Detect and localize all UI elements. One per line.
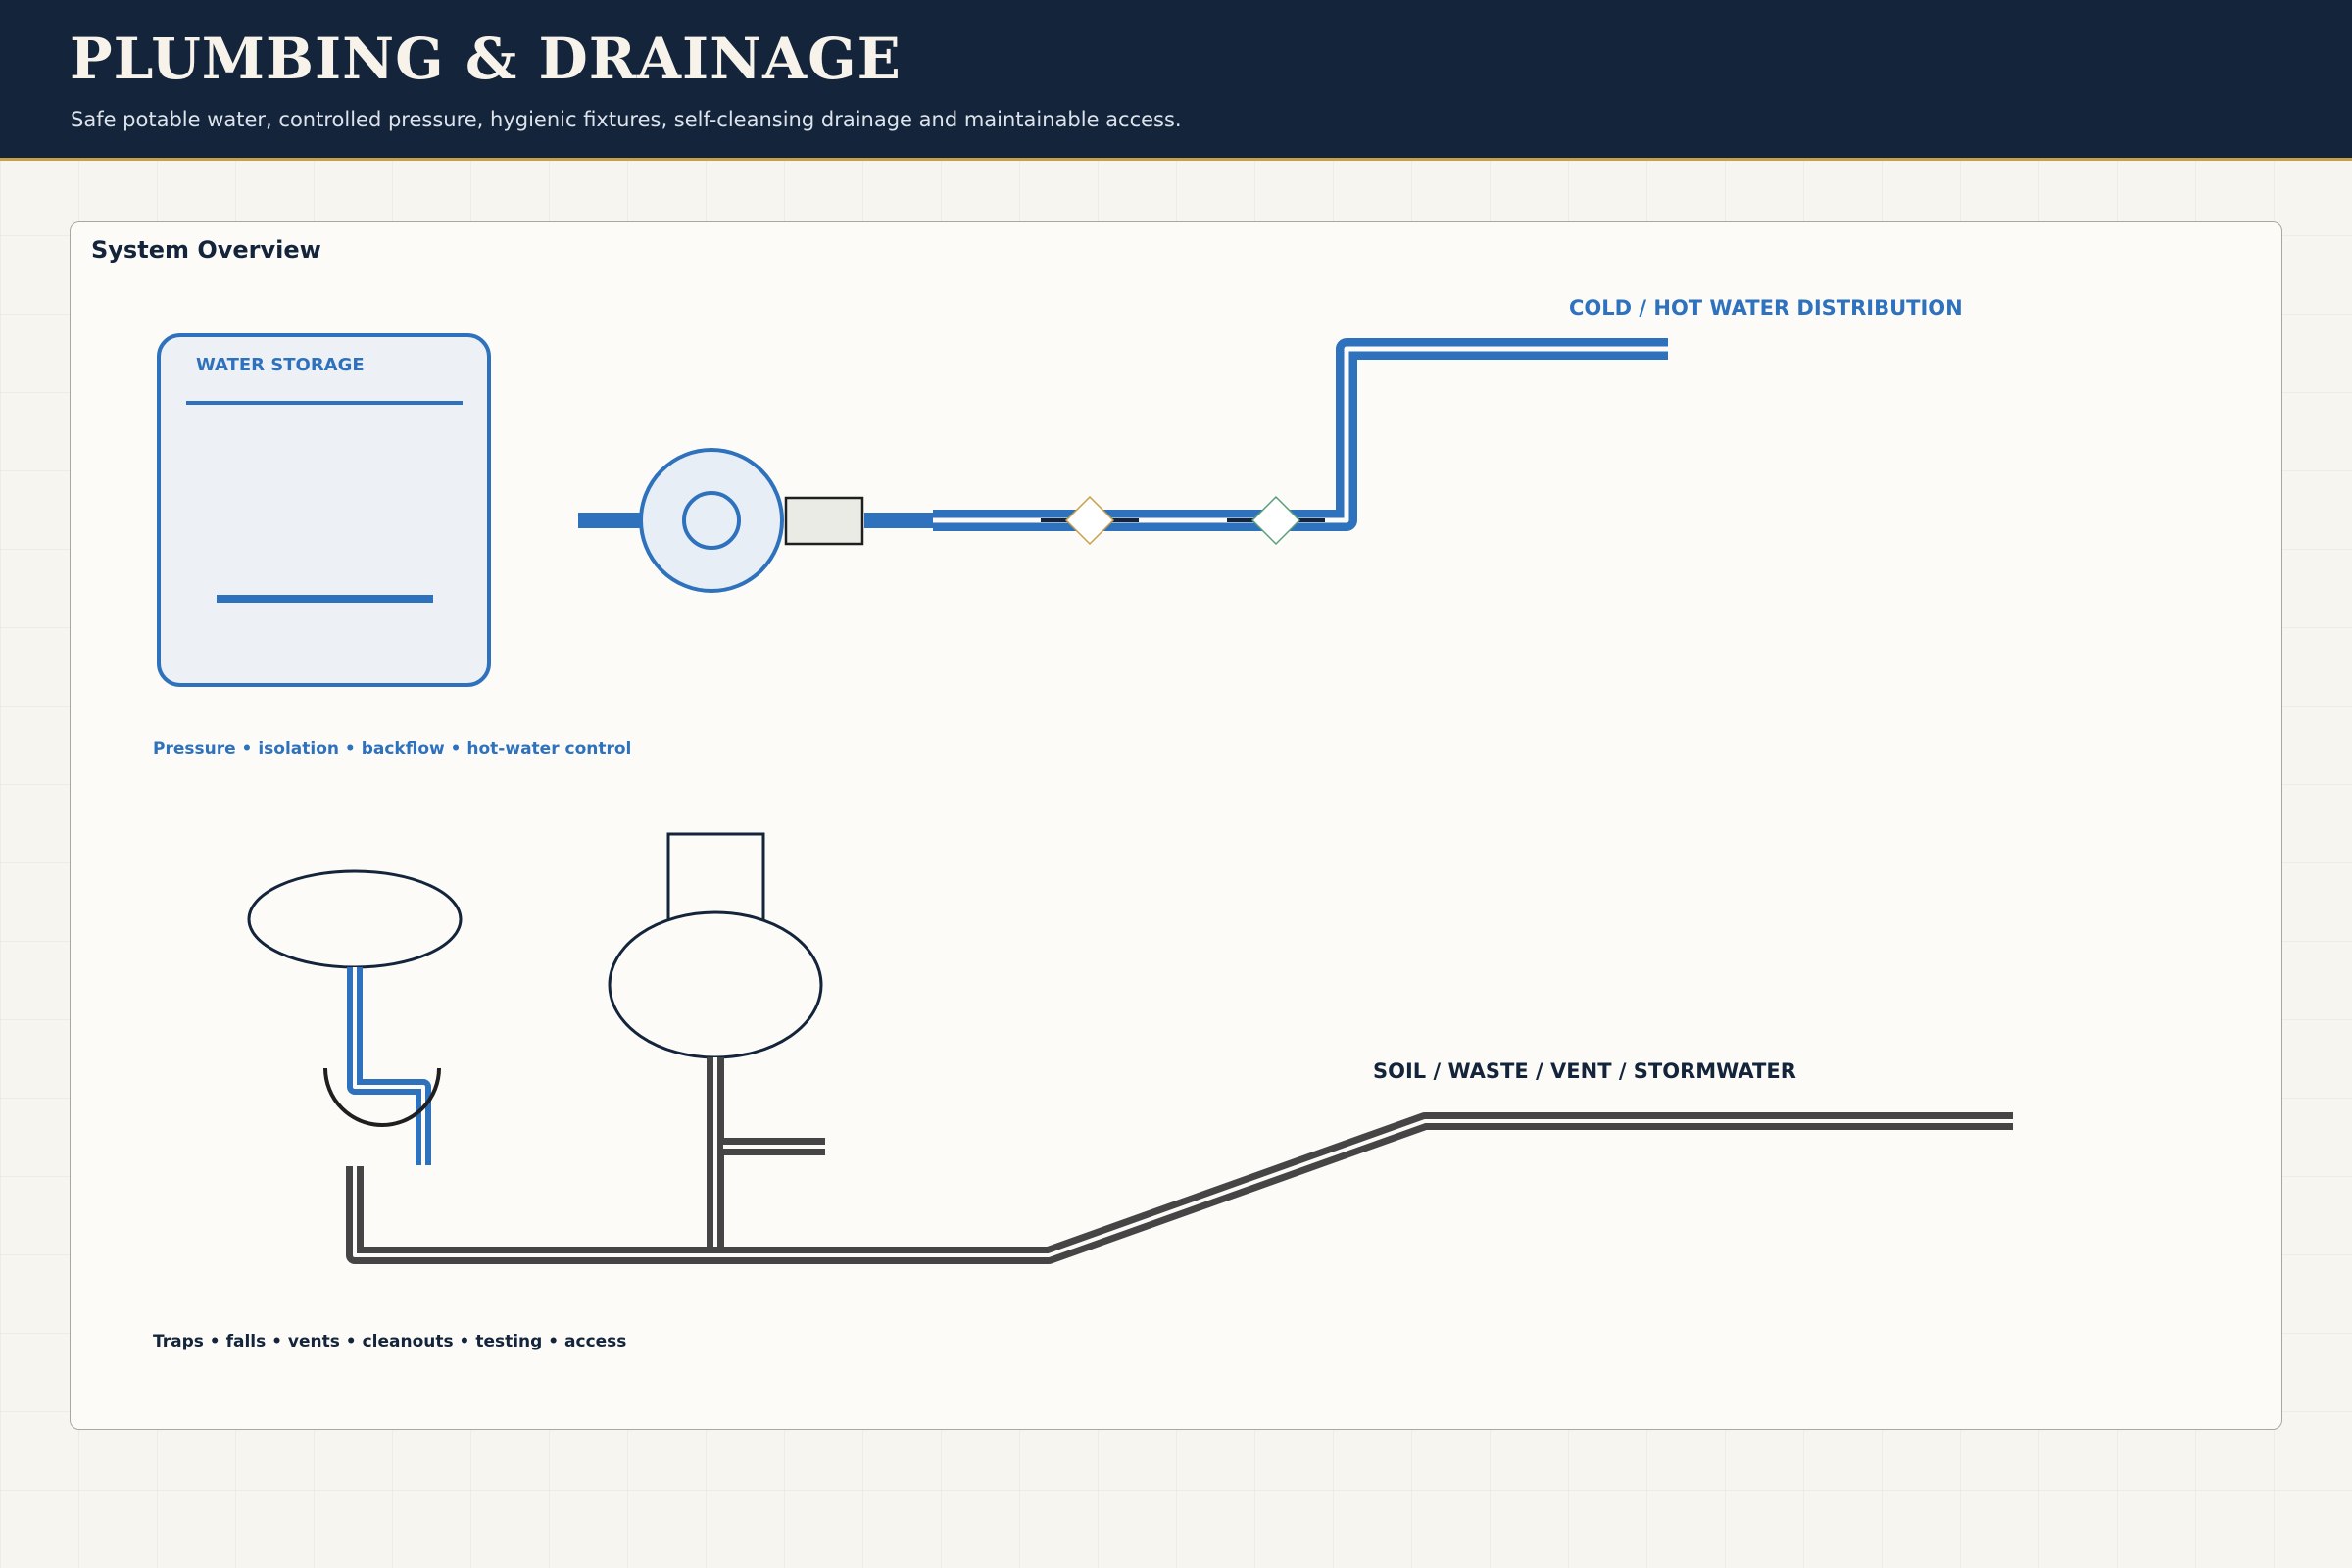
system-overview-panel: System Overview WATER STORAGE COLD / HOT… (70, 221, 2282, 1430)
isolation-valve-icon (1064, 495, 1115, 546)
wc-cistern (666, 832, 765, 922)
page-header: PLUMBING & DRAINAGE Safe potable water, … (0, 0, 2352, 161)
distribution-label: COLD / HOT WATER DISTRIBUTION (1569, 296, 1963, 319)
basin-fixture (247, 869, 463, 969)
page-title: PLUMBING & DRAINAGE (70, 25, 902, 92)
drainage-caption: Traps • falls • vents • cleanouts • test… (153, 1332, 626, 1351)
plumbing-diagram: WATER STORAGE COLD / HOT WATER DISTRIBUT… (153, 296, 2013, 1351)
pressure-vessel (784, 496, 864, 546)
page-subtitle: Safe potable water, controlled pressure,… (71, 108, 1182, 131)
basin-waste-pipe (347, 967, 431, 1165)
water-storage-label: WATER STORAGE (196, 355, 365, 375)
booster-pump (639, 448, 784, 593)
backflow-valve-icon (1250, 495, 1301, 546)
water-storage-tank: WATER STORAGE (157, 333, 491, 687)
supply-caption: Pressure • isolation • backflow • hot-wa… (153, 739, 631, 759)
wc-pan-fixture (608, 910, 823, 1059)
distribution-main-pipe (933, 338, 1668, 531)
drainage-pipework (346, 1057, 2013, 1264)
drainage-label: SOIL / WASTE / VENT / STORMWATER (1373, 1059, 1796, 1083)
